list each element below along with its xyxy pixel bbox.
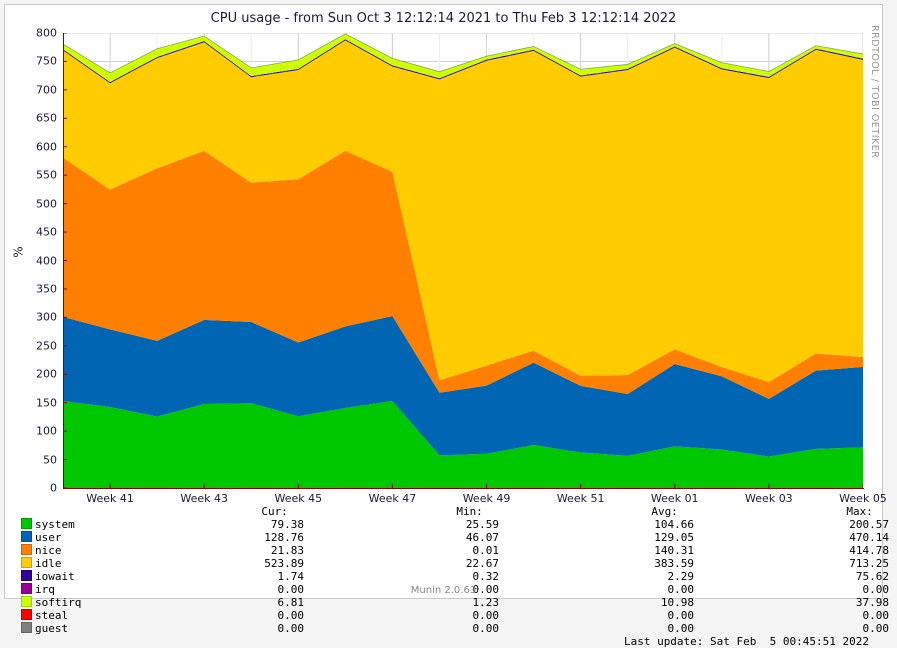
- legend-row-idle: idle523.8922.67383.59713.25: [21, 557, 871, 570]
- legend: Cur: Min: Avg: Max:system79.3825.59104.6…: [21, 505, 871, 648]
- y-tick-label: 300: [22, 311, 57, 324]
- x-tick-label: Week 41: [86, 492, 134, 505]
- y-ticks: 0501001502002503003504004505005506006507…: [22, 33, 57, 488]
- y-tick-label: 450: [22, 226, 57, 239]
- y-tick-label: 100: [22, 425, 57, 438]
- y-tick-label: 400: [22, 254, 57, 267]
- legend-row-nice: nice21.830.01140.31414.78: [21, 544, 871, 557]
- y-tick-label: 700: [22, 83, 57, 96]
- x-tick-label: Week 01: [651, 492, 699, 505]
- plot-area: [63, 33, 863, 488]
- x-tick-label: Week 05: [839, 492, 887, 505]
- last-update: Last update: Sat Feb 5 00:45:51 2022: [21, 635, 871, 648]
- y-tick-label: 550: [22, 169, 57, 182]
- y-tick-label: 650: [22, 112, 57, 125]
- x-tick-label: Week 43: [180, 492, 228, 505]
- legend-row-guest: guest0.000.000.000.00: [21, 622, 871, 635]
- footer-version: Munin 2.0.63: [5, 585, 882, 596]
- y-tick-label: 50: [22, 453, 57, 466]
- y-tick-label: 600: [22, 140, 57, 153]
- y-tick-label: 350: [22, 282, 57, 295]
- y-tick-label: 200: [22, 368, 57, 381]
- legend-row-user: user128.7646.07129.05470.14: [21, 531, 871, 544]
- legend-header: Cur: Min: Avg: Max:: [21, 505, 871, 518]
- x-tick-label: Week 47: [369, 492, 417, 505]
- y-axis-label: %: [12, 246, 26, 257]
- chart-title: CPU usage - from Sun Oct 3 12:12:14 2021…: [5, 11, 882, 26]
- x-tick-label: Week 45: [274, 492, 322, 505]
- rrdtool-credit: RRDTOOL / TOBI OETIKER: [868, 25, 880, 485]
- legend-row-iowait: iowait1.740.322.2975.62: [21, 570, 871, 583]
- legend-row-system: system79.3825.59104.66200.57: [21, 518, 871, 531]
- y-tick-label: 0: [22, 482, 57, 495]
- y-tick-label: 800: [22, 27, 57, 40]
- y-tick-label: 250: [22, 339, 57, 352]
- y-tick-label: 500: [22, 197, 57, 210]
- x-tick-label: Week 51: [557, 492, 605, 505]
- y-tick-label: 750: [22, 55, 57, 68]
- y-tick-label: 150: [22, 396, 57, 409]
- x-tick-label: Week 49: [463, 492, 511, 505]
- chart-frame: CPU usage - from Sun Oct 3 12:12:14 2021…: [4, 4, 883, 599]
- legend-row-softirq: softirq6.811.2310.9837.98: [21, 596, 871, 609]
- legend-row-steal: steal0.000.000.000.00: [21, 609, 871, 622]
- x-tick-label: Week 03: [745, 492, 793, 505]
- x-ticks: Week 41 Week 43 Week 45 Week 47 Week 49 Week …: [63, 492, 863, 506]
